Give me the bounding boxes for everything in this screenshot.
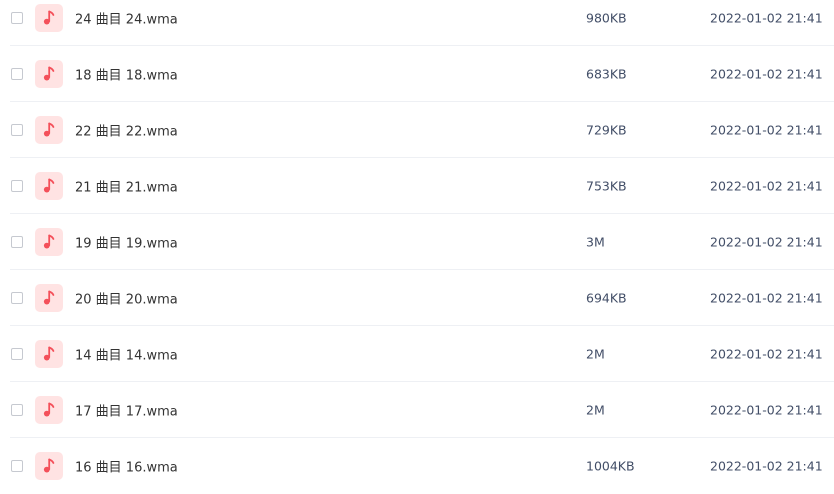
file-list: 24 曲目 24.wma 980KB 2022-01-02 21:41 18 曲… [0, 0, 834, 490]
file-modified-date: 2022-01-02 21:41 [710, 234, 823, 250]
file-name[interactable]: 22 曲目 22.wma [75, 121, 178, 140]
file-row[interactable]: 19 曲目 19.wma 3M 2022-01-02 21:41 [0, 214, 834, 270]
row-checkbox[interactable] [11, 12, 23, 24]
music-note-icon [35, 60, 63, 88]
music-note-icon [35, 284, 63, 312]
file-modified-date: 2022-01-02 21:41 [710, 402, 823, 418]
file-row[interactable]: 20 曲目 20.wma 694KB 2022-01-02 21:41 [0, 270, 834, 326]
music-note-icon [35, 452, 63, 480]
music-note-icon [35, 340, 63, 368]
file-row[interactable]: 16 曲目 16.wma 1004KB 2022-01-02 21:41 [0, 438, 834, 494]
file-name[interactable]: 18 曲目 18.wma [75, 65, 178, 84]
file-modified-date: 2022-01-02 21:41 [710, 10, 823, 26]
file-size: 694KB [586, 290, 627, 306]
music-note-icon [35, 172, 63, 200]
file-name[interactable]: 19 曲目 19.wma [75, 233, 178, 252]
file-modified-date: 2022-01-02 21:41 [710, 290, 823, 306]
file-size: 753KB [586, 178, 627, 194]
file-name[interactable]: 24 曲目 24.wma [75, 9, 178, 28]
music-note-icon [35, 4, 63, 32]
file-name[interactable]: 21 曲目 21.wma [75, 177, 178, 196]
file-size: 729KB [586, 122, 627, 138]
file-row[interactable]: 21 曲目 21.wma 753KB 2022-01-02 21:41 [0, 158, 834, 214]
file-name[interactable]: 20 曲目 20.wma [75, 289, 178, 308]
music-note-icon [35, 396, 63, 424]
file-size: 683KB [586, 66, 627, 82]
file-modified-date: 2022-01-02 21:41 [710, 178, 823, 194]
file-row[interactable]: 24 曲目 24.wma 980KB 2022-01-02 21:41 [0, 0, 834, 46]
row-checkbox[interactable] [11, 460, 23, 472]
file-row[interactable]: 14 曲目 14.wma 2M 2022-01-02 21:41 [0, 326, 834, 382]
file-modified-date: 2022-01-02 21:41 [710, 122, 823, 138]
file-modified-date: 2022-01-02 21:41 [710, 66, 823, 82]
row-checkbox[interactable] [11, 292, 23, 304]
row-checkbox[interactable] [11, 404, 23, 416]
file-row[interactable]: 18 曲目 18.wma 683KB 2022-01-02 21:41 [0, 46, 834, 102]
row-checkbox[interactable] [11, 124, 23, 136]
row-checkbox[interactable] [11, 180, 23, 192]
file-size: 3M [586, 234, 605, 250]
music-note-icon [35, 228, 63, 256]
file-size: 2M [586, 346, 605, 362]
file-row[interactable]: 22 曲目 22.wma 729KB 2022-01-02 21:41 [0, 102, 834, 158]
file-modified-date: 2022-01-02 21:41 [710, 458, 823, 474]
file-modified-date: 2022-01-02 21:41 [710, 346, 823, 362]
row-checkbox[interactable] [11, 68, 23, 80]
music-note-icon [35, 116, 63, 144]
file-name[interactable]: 17 曲目 17.wma [75, 401, 178, 420]
row-checkbox[interactable] [11, 236, 23, 248]
file-size: 1004KB [586, 458, 635, 474]
file-name[interactable]: 14 曲目 14.wma [75, 345, 178, 364]
row-checkbox[interactable] [11, 348, 23, 360]
file-row[interactable]: 17 曲目 17.wma 2M 2022-01-02 21:41 [0, 382, 834, 438]
file-size: 980KB [586, 10, 627, 26]
file-name[interactable]: 16 曲目 16.wma [75, 457, 178, 476]
file-size: 2M [586, 402, 605, 418]
